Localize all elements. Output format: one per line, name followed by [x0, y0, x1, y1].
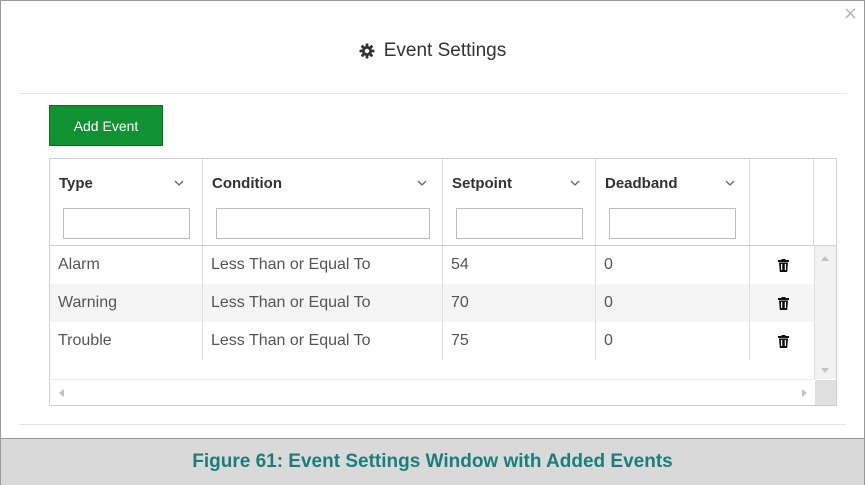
column-label-setpoint: Setpoint [452, 175, 512, 192]
add-event-button[interactable]: Add Event [49, 105, 163, 146]
chevron-down-icon[interactable] [569, 177, 581, 189]
chevron-down-icon[interactable] [724, 177, 736, 189]
column-header-deadband[interactable]: Deadband [596, 159, 750, 245]
dialog-header: Event Settings [19, 1, 846, 94]
gear-icon [359, 43, 375, 59]
grid-header: Type Condition Setpoint Deadband [50, 159, 836, 246]
column-label-condition: Condition [212, 175, 282, 192]
deadband-filter-input[interactable] [609, 208, 736, 239]
column-label-deadband: Deadband [605, 175, 678, 192]
cell-deadband: 0 [596, 322, 750, 360]
trash-icon[interactable] [778, 335, 789, 348]
type-filter-input[interactable] [63, 208, 190, 239]
scroll-down-icon[interactable] [821, 368, 829, 373]
horizontal-scrollbar[interactable] [50, 379, 815, 405]
event-settings-dialog: × Event Settings Add Event Type Conditio… [0, 0, 865, 485]
dialog-footer-divider [19, 424, 846, 425]
table-row[interactable]: Trouble Less Than or Equal To 75 0 [50, 322, 815, 360]
dialog-title: Event Settings [383, 40, 507, 61]
dialog-title-wrap: Event Settings [359, 40, 507, 62]
cell-condition: Less Than or Equal To [203, 246, 443, 284]
condition-filter-input[interactable] [216, 208, 430, 239]
table-row[interactable]: Warning Less Than or Equal To 70 0 [50, 284, 815, 322]
cell-type: Trouble [50, 322, 203, 360]
chevron-down-icon[interactable] [416, 177, 428, 189]
events-grid: Type Condition Setpoint Deadband Alarm L… [49, 158, 837, 406]
cell-setpoint: 75 [443, 322, 596, 360]
cell-setpoint: 54 [443, 246, 596, 284]
vertical-scrollbar[interactable] [814, 246, 836, 379]
column-header-setpoint[interactable]: Setpoint [443, 159, 596, 245]
cell-actions [750, 322, 815, 360]
trash-icon[interactable] [778, 297, 789, 310]
column-label-type: Type [59, 175, 93, 192]
trash-icon[interactable] [778, 259, 789, 272]
chevron-down-icon[interactable] [173, 177, 185, 189]
cell-deadband: 0 [596, 246, 750, 284]
cell-actions [750, 284, 815, 322]
cell-type: Alarm [50, 246, 203, 284]
cell-setpoint: 70 [443, 284, 596, 322]
cell-type: Warning [50, 284, 203, 322]
table-row[interactable]: Alarm Less Than or Equal To 54 0 [50, 246, 815, 284]
scrollbar-corner [815, 380, 836, 405]
cell-actions [750, 246, 815, 284]
cell-condition: Less Than or Equal To [203, 322, 443, 360]
column-header-condition[interactable]: Condition [203, 159, 443, 245]
scroll-up-icon[interactable] [821, 256, 829, 261]
cell-deadband: 0 [596, 284, 750, 322]
scroll-right-icon[interactable] [802, 389, 807, 397]
figure-caption: Figure 61: Event Settings Window with Ad… [1, 438, 864, 485]
cell-condition: Less Than or Equal To [203, 284, 443, 322]
column-header-actions [750, 159, 814, 245]
scroll-left-icon[interactable] [59, 389, 64, 397]
setpoint-filter-input[interactable] [456, 208, 583, 239]
column-header-type[interactable]: Type [50, 159, 203, 245]
